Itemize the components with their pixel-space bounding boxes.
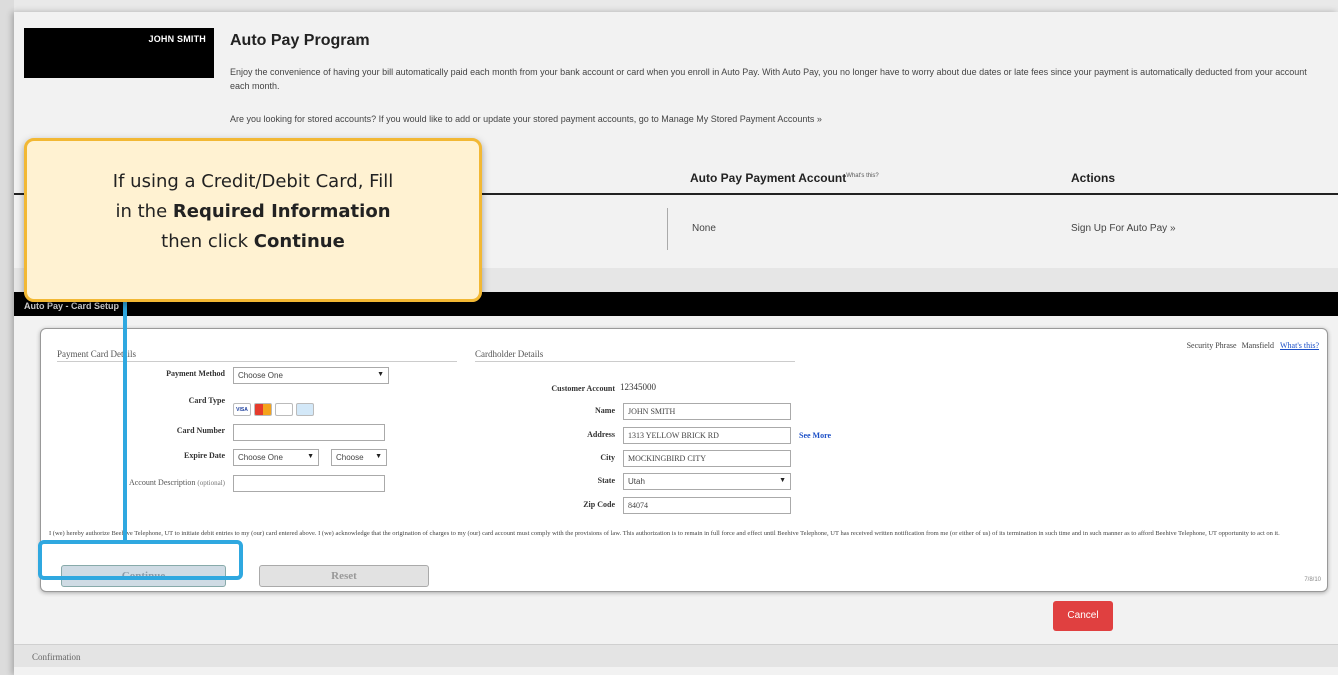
security-phrase-value: Mansfield (1241, 341, 1274, 350)
authorization-text: I (we) hereby authorize Beehive Telephon… (49, 530, 1280, 537)
city-input[interactable]: MOCKINGBIRD CITY (623, 450, 791, 467)
chevron-down-icon: ▼ (375, 453, 382, 460)
address-input[interactable]: 1313 YELLOW BRICK RD (623, 427, 791, 444)
col-header-payment-account-label: Auto Pay Payment Account (690, 171, 847, 185)
callout-line-3-prefix: then click (161, 231, 254, 252)
account-description-input[interactable] (233, 475, 385, 492)
whats-this-link[interactable]: What's this? (846, 173, 879, 179)
card-type-icons: VISA (233, 403, 314, 416)
customer-account-label: Customer Account (551, 384, 615, 393)
chevron-down-icon: ▼ (779, 477, 786, 484)
expire-year-select[interactable]: Choose ▼ (331, 449, 387, 466)
cardholder-details-legend: Cardholder Details (475, 349, 544, 359)
col-header-actions: Actions (1071, 171, 1116, 185)
page-indicator: 7/8/10 (1304, 577, 1321, 583)
security-phrase-label: Security Phrase (1186, 341, 1237, 350)
card-number-input[interactable] (233, 424, 385, 441)
window-edge (0, 0, 14, 675)
account-description-label: Account Description (optional) (51, 478, 225, 487)
instruction-callout: If using a Credit/Debit Card, Fill in th… (24, 138, 482, 302)
state-select[interactable]: Utah ▼ (623, 473, 791, 490)
reset-button[interactable]: Reset (259, 565, 429, 587)
fieldset-divider (57, 361, 457, 362)
security-phrase: Security Phrase Mansfield What's this? (1187, 341, 1319, 350)
optional-hint: (optional) (197, 479, 225, 487)
callout-line-1: If using a Credit/Debit Card, Fill (112, 171, 394, 192)
expire-year-value: Choose (336, 453, 364, 462)
state-label: State (597, 476, 615, 485)
discover-card-icon[interactable] (275, 403, 293, 416)
table-cell-divider (667, 208, 668, 250)
address-label: Address (587, 430, 615, 439)
card-type-label: Card Type (188, 396, 225, 405)
see-more-link[interactable]: See More (799, 431, 831, 440)
payment-method-label: Payment Method (166, 369, 225, 378)
name-input[interactable]: JOHN SMITH (623, 403, 791, 420)
mastercard-icon[interactable] (254, 403, 272, 416)
name-label: Name (595, 406, 615, 415)
sign-up-auto-pay-link[interactable]: Sign Up For Auto Pay » (1071, 223, 1176, 234)
customer-account-value: 12345000 (620, 382, 656, 392)
expire-date-label: Expire Date (184, 451, 225, 460)
payment-method-select[interactable]: Choose One ▼ (233, 367, 389, 384)
chevron-down-icon: ▼ (307, 453, 314, 460)
payment-account-value: None (692, 223, 716, 234)
expire-month-value: Choose One (238, 453, 283, 462)
cancel-button[interactable]: Cancel (1053, 601, 1113, 631)
visa-card-icon[interactable]: VISA (233, 403, 251, 416)
callout-line-2: in the Required Information (43, 197, 463, 227)
chevron-down-icon: ▼ (377, 371, 384, 378)
col-header-payment-account: Auto Pay Payment AccountWhat's this? (690, 171, 879, 185)
confirmation-section[interactable]: Confirmation (14, 644, 1338, 667)
zip-code-input[interactable]: 84074 (623, 497, 791, 514)
security-phrase-help-link[interactable]: What's this? (1280, 341, 1319, 350)
amex-card-icon[interactable] (296, 403, 314, 416)
callout-line-2-prefix: in the (115, 201, 173, 222)
callout-connector-line (123, 300, 127, 542)
state-value: Utah (628, 477, 645, 486)
card-number-label: Card Number (176, 426, 225, 435)
payment-method-value: Choose One (238, 371, 283, 380)
page-title: Auto Pay Program (230, 32, 370, 49)
callout-text: If using a Credit/Debit Card, Fill in th… (43, 167, 463, 257)
account-name-banner: JOHN SMITH (24, 28, 214, 78)
expire-month-select[interactable]: Choose One ▼ (233, 449, 319, 466)
stored-accounts-link[interactable]: Are you looking for stored accounts? If … (230, 114, 822, 124)
zip-code-label: Zip Code (583, 500, 615, 509)
callout-required-info: Required Information (172, 201, 391, 222)
callout-line-3: then click Continue (43, 227, 463, 257)
account-description-label-text: Account Description (128, 478, 196, 487)
continue-highlight-box (38, 540, 243, 580)
fieldset-divider (475, 361, 795, 362)
city-label: City (600, 453, 615, 462)
callout-continue: Continue (253, 231, 345, 252)
program-description: Enjoy the convenience of having your bil… (230, 67, 1307, 91)
